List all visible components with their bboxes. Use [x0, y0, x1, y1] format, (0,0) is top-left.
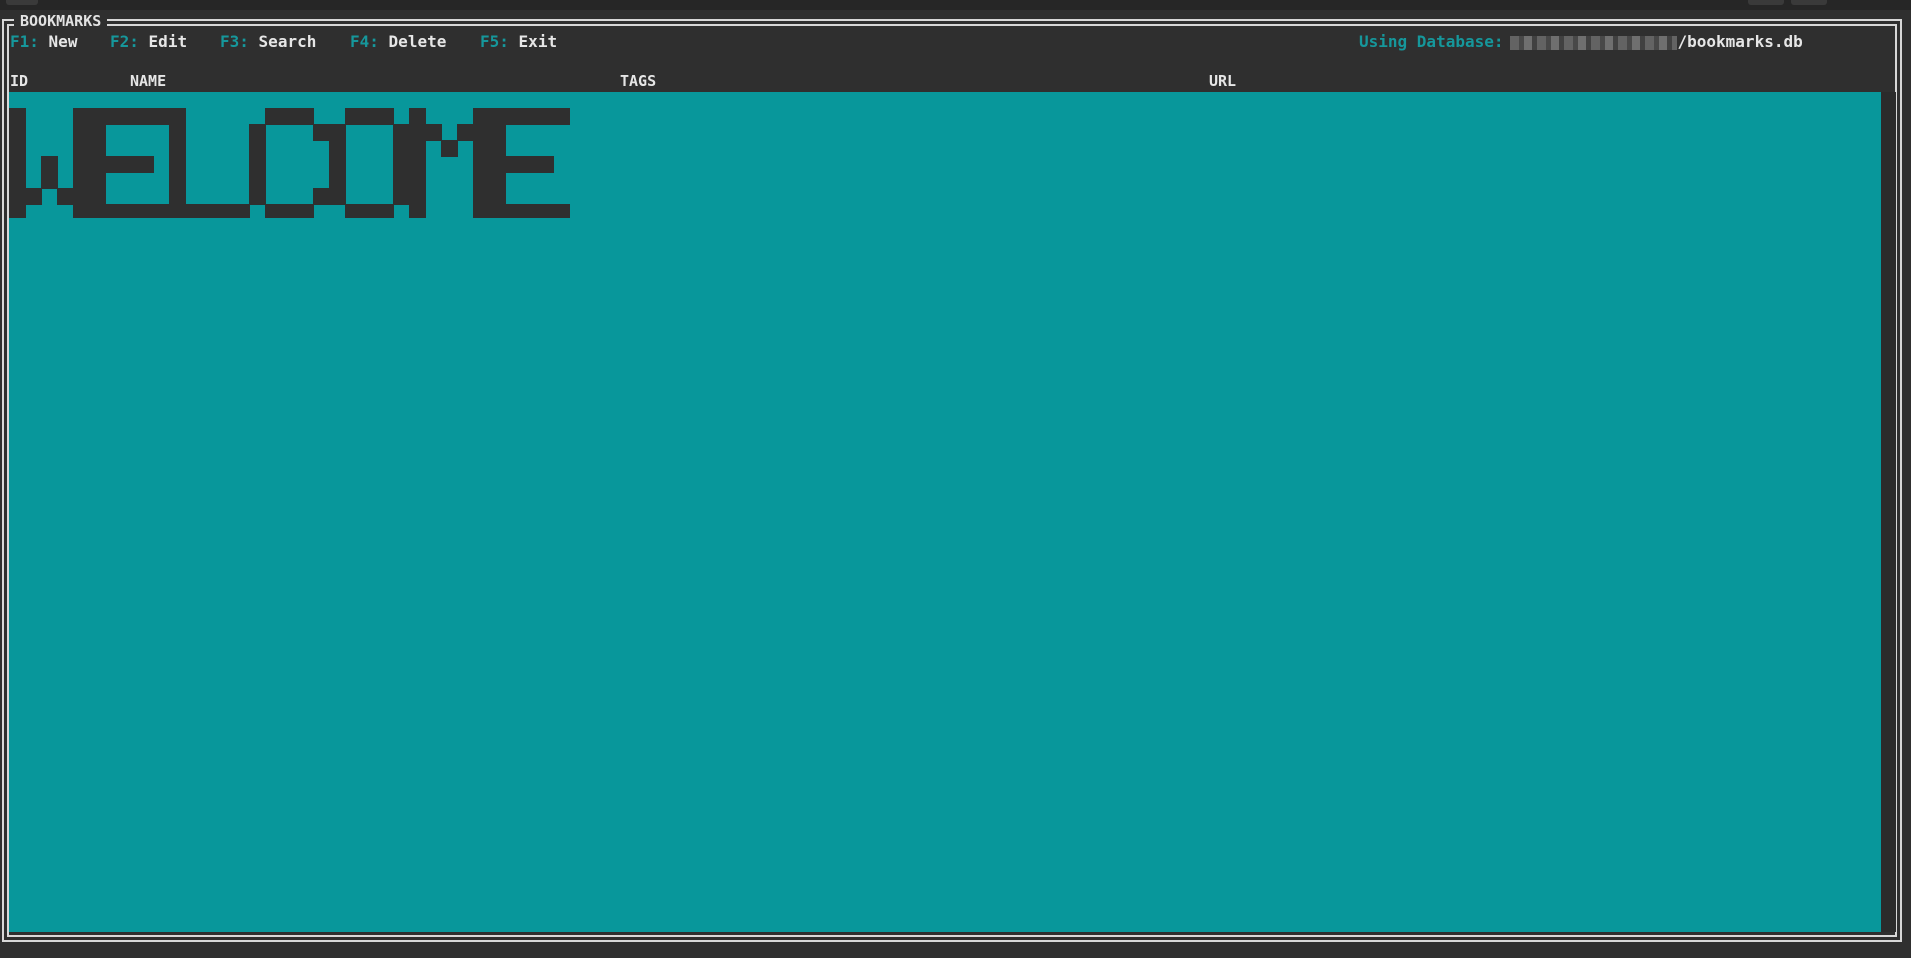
edit-label: Edit — [148, 32, 188, 51]
new-button[interactable]: F1: New — [10, 32, 77, 52]
exit-button[interactable]: F5: Exit — [480, 32, 557, 52]
welcome-banner — [9, 108, 570, 218]
f5-key-label: F5: — [480, 32, 509, 51]
window-control[interactable] — [1748, 0, 1784, 5]
column-header-url[interactable]: URL — [1209, 72, 1236, 90]
search-button[interactable]: F3: Search — [220, 32, 316, 52]
window-title: BOOKMARKS — [14, 11, 108, 31]
f3-key-label: F3: — [220, 32, 249, 51]
column-header-id[interactable]: ID — [10, 72, 28, 90]
f4-key-label: F4: — [350, 32, 379, 51]
exit-label: Exit — [518, 32, 558, 51]
scrollbar[interactable] — [1881, 92, 1896, 932]
search-label: Search — [258, 32, 317, 51]
new-label: New — [48, 32, 78, 51]
delete-label: Delete — [388, 32, 447, 51]
column-header-tags[interactable]: TAGS — [620, 72, 656, 90]
database-label: Using Database: — [1359, 32, 1504, 51]
database-indicator: Using Database: /bookmarks.db — [1359, 32, 1803, 52]
edit-button[interactable]: F2: Edit — [110, 32, 187, 52]
terminal-top-strip — [0, 0, 1911, 10]
window-control[interactable] — [1791, 0, 1827, 5]
delete-button[interactable]: F4: Delete — [350, 32, 446, 52]
f1-key-label: F1: — [10, 32, 39, 51]
window-control[interactable] — [6, 0, 38, 5]
f2-key-label: F2: — [110, 32, 139, 51]
redacted-path — [1509, 35, 1677, 50]
column-header-name[interactable]: NAME — [130, 72, 166, 90]
bookmark-list[interactable] — [9, 92, 1881, 932]
database-path: /bookmarks.db — [1677, 32, 1803, 51]
